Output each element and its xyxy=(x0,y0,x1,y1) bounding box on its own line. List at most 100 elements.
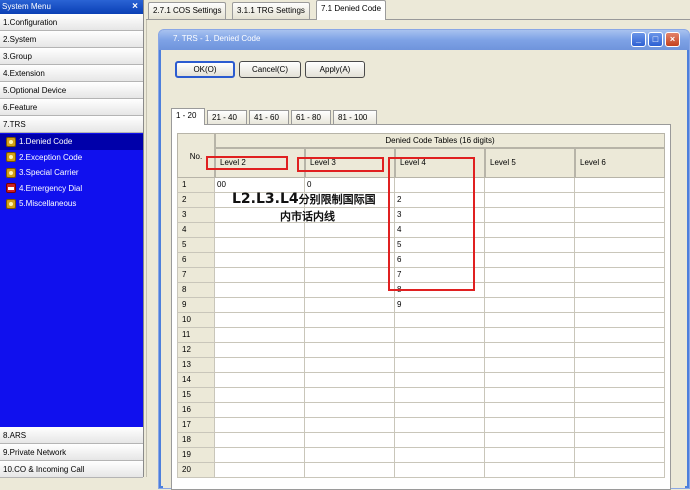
column-header-level-4[interactable]: Level 4 xyxy=(395,148,485,178)
grid-cell-level-6[interactable] xyxy=(575,208,665,223)
grid-cell-level-5[interactable] xyxy=(485,328,575,343)
grid-cell-level-3[interactable] xyxy=(305,463,395,478)
grid-cell-level-6[interactable] xyxy=(575,373,665,388)
grid-cell-level-2[interactable] xyxy=(215,358,305,373)
trs-submenu-item[interactable]: 2.Exception Code xyxy=(0,150,143,166)
grid-cell-level-2[interactable] xyxy=(215,268,305,283)
grid-cell-level-3[interactable] xyxy=(305,373,395,388)
cancel-button[interactable]: Cancel(C) xyxy=(239,61,301,78)
grid-cell-level-3[interactable] xyxy=(305,448,395,463)
grid-cell-level-5[interactable] xyxy=(485,343,575,358)
grid-cell-level-3[interactable] xyxy=(305,238,395,253)
column-header-level-2[interactable]: Level 2 xyxy=(215,148,305,178)
grid-cell-level-2[interactable] xyxy=(215,328,305,343)
sidebar-menu-item[interactable]: 6.Feature xyxy=(0,99,143,116)
tab-range-61-80[interactable]: 61 - 80 xyxy=(291,110,331,124)
grid-cell-level-3[interactable] xyxy=(305,388,395,403)
maximize-button[interactable]: □ xyxy=(648,32,663,47)
sidebar-menu-item[interactable]: 10.CO & Incoming Call xyxy=(0,461,143,478)
grid-cell-level-4[interactable] xyxy=(395,313,485,328)
minimize-button[interactable]: _ xyxy=(631,32,646,47)
grid-cell-level-4[interactable] xyxy=(395,343,485,358)
grid-cell-level-3[interactable] xyxy=(305,343,395,358)
grid-cell-level-6[interactable] xyxy=(575,223,665,238)
ok-button[interactable]: OK(O) xyxy=(175,61,235,78)
grid-cell-level-5[interactable] xyxy=(485,403,575,418)
grid-cell-level-3[interactable] xyxy=(305,403,395,418)
grid-cell-level-5[interactable] xyxy=(485,208,575,223)
grid-cell-level-6[interactable] xyxy=(575,193,665,208)
column-header-level-3[interactable]: Level 3 xyxy=(305,148,395,178)
sidebar-menu-item[interactable]: 7.TRS xyxy=(0,116,143,133)
grid-cell-level-4[interactable] xyxy=(395,328,485,343)
grid-cell-level-6[interactable] xyxy=(575,388,665,403)
grid-cell-level-2[interactable] xyxy=(215,448,305,463)
grid-cell-level-6[interactable] xyxy=(575,463,665,478)
grid-cell-level-2[interactable] xyxy=(215,373,305,388)
grid-cell-level-3[interactable] xyxy=(305,328,395,343)
grid-cell-level-5[interactable] xyxy=(485,313,575,328)
grid-cell-level-4[interactable]: 2 xyxy=(395,193,485,208)
grid-cell-level-2[interactable] xyxy=(215,343,305,358)
apply-button[interactable]: Apply(A) xyxy=(305,61,365,78)
grid-cell-level-3[interactable] xyxy=(305,298,395,313)
tab-trg-settings[interactable]: 3.1.1 TRG Settings xyxy=(232,2,310,19)
grid-cell-level-2[interactable] xyxy=(215,403,305,418)
grid-cell-level-6[interactable] xyxy=(575,403,665,418)
grid-cell-level-3[interactable] xyxy=(305,418,395,433)
grid-cell-level-4[interactable]: 5 xyxy=(395,238,485,253)
grid-cell-level-6[interactable] xyxy=(575,268,665,283)
grid-cell-level-6[interactable] xyxy=(575,178,665,193)
grid-cell-level-6[interactable] xyxy=(575,418,665,433)
grid-cell-level-3[interactable] xyxy=(305,268,395,283)
grid-cell-level-4[interactable]: 8 xyxy=(395,283,485,298)
grid-cell-level-4[interactable]: 6 xyxy=(395,253,485,268)
grid-cell-level-4[interactable]: 9 xyxy=(395,298,485,313)
grid-cell-level-5[interactable] xyxy=(485,388,575,403)
grid-cell-level-4[interactable] xyxy=(395,418,485,433)
grid-cell-level-3[interactable] xyxy=(305,313,395,328)
grid-cell-level-6[interactable] xyxy=(575,298,665,313)
sidebar-menu-item[interactable]: 4.Extension xyxy=(0,65,143,82)
grid-cell-level-5[interactable] xyxy=(485,298,575,313)
grid-cell-level-5[interactable] xyxy=(485,283,575,298)
grid-cell-level-5[interactable] xyxy=(485,253,575,268)
grid-cell-level-4[interactable]: 3 xyxy=(395,208,485,223)
tab-range-81-100[interactable]: 81 - 100 xyxy=(333,110,377,124)
grid-cell-level-4[interactable] xyxy=(395,388,485,403)
grid-cell-level-4[interactable] xyxy=(395,178,485,193)
sidebar-menu-item[interactable]: 5.Optional Device xyxy=(0,82,143,99)
grid-cell-level-3[interactable] xyxy=(305,253,395,268)
grid-cell-level-5[interactable] xyxy=(485,373,575,388)
grid-cell-level-3[interactable] xyxy=(305,433,395,448)
trs-submenu-item[interactable]: 3.Special Carrier xyxy=(0,165,143,181)
grid-cell-level-6[interactable] xyxy=(575,433,665,448)
grid-cell-level-4[interactable] xyxy=(395,373,485,388)
grid-cell-level-4[interactable] xyxy=(395,403,485,418)
grid-cell-level-5[interactable] xyxy=(485,223,575,238)
grid-cell-level-4[interactable] xyxy=(395,448,485,463)
grid-cell-level-4[interactable] xyxy=(395,358,485,373)
tab-range-21-40[interactable]: 21 - 40 xyxy=(207,110,247,124)
grid-cell-level-6[interactable] xyxy=(575,313,665,328)
grid-cell-level-2[interactable] xyxy=(215,463,305,478)
close-button[interactable]: × xyxy=(665,32,680,47)
grid-cell-level-3[interactable] xyxy=(305,283,395,298)
grid-cell-level-5[interactable] xyxy=(485,193,575,208)
grid-cell-level-2[interactable] xyxy=(215,298,305,313)
tab-range-1-20[interactable]: 1 - 20 xyxy=(171,108,205,125)
grid-cell-level-4[interactable]: 7 xyxy=(395,268,485,283)
grid-cell-level-5[interactable] xyxy=(485,418,575,433)
grid-cell-level-5[interactable] xyxy=(485,433,575,448)
window-titlebar[interactable]: 7. TRS - 1. Denied Code _ □ × xyxy=(159,30,689,50)
grid-cell-level-6[interactable] xyxy=(575,238,665,253)
grid-cell-level-6[interactable] xyxy=(575,358,665,373)
grid-cell-level-5[interactable] xyxy=(485,178,575,193)
sidebar-menu-item[interactable]: 1.Configuration xyxy=(0,14,143,31)
sidebar-menu-item[interactable]: 2.System xyxy=(0,31,143,48)
grid-cell-level-6[interactable] xyxy=(575,283,665,298)
grid-cell-level-3[interactable] xyxy=(305,223,395,238)
grid-cell-level-2[interactable] xyxy=(215,238,305,253)
grid-cell-level-4[interactable]: 4 xyxy=(395,223,485,238)
grid-cell-level-3[interactable] xyxy=(305,358,395,373)
